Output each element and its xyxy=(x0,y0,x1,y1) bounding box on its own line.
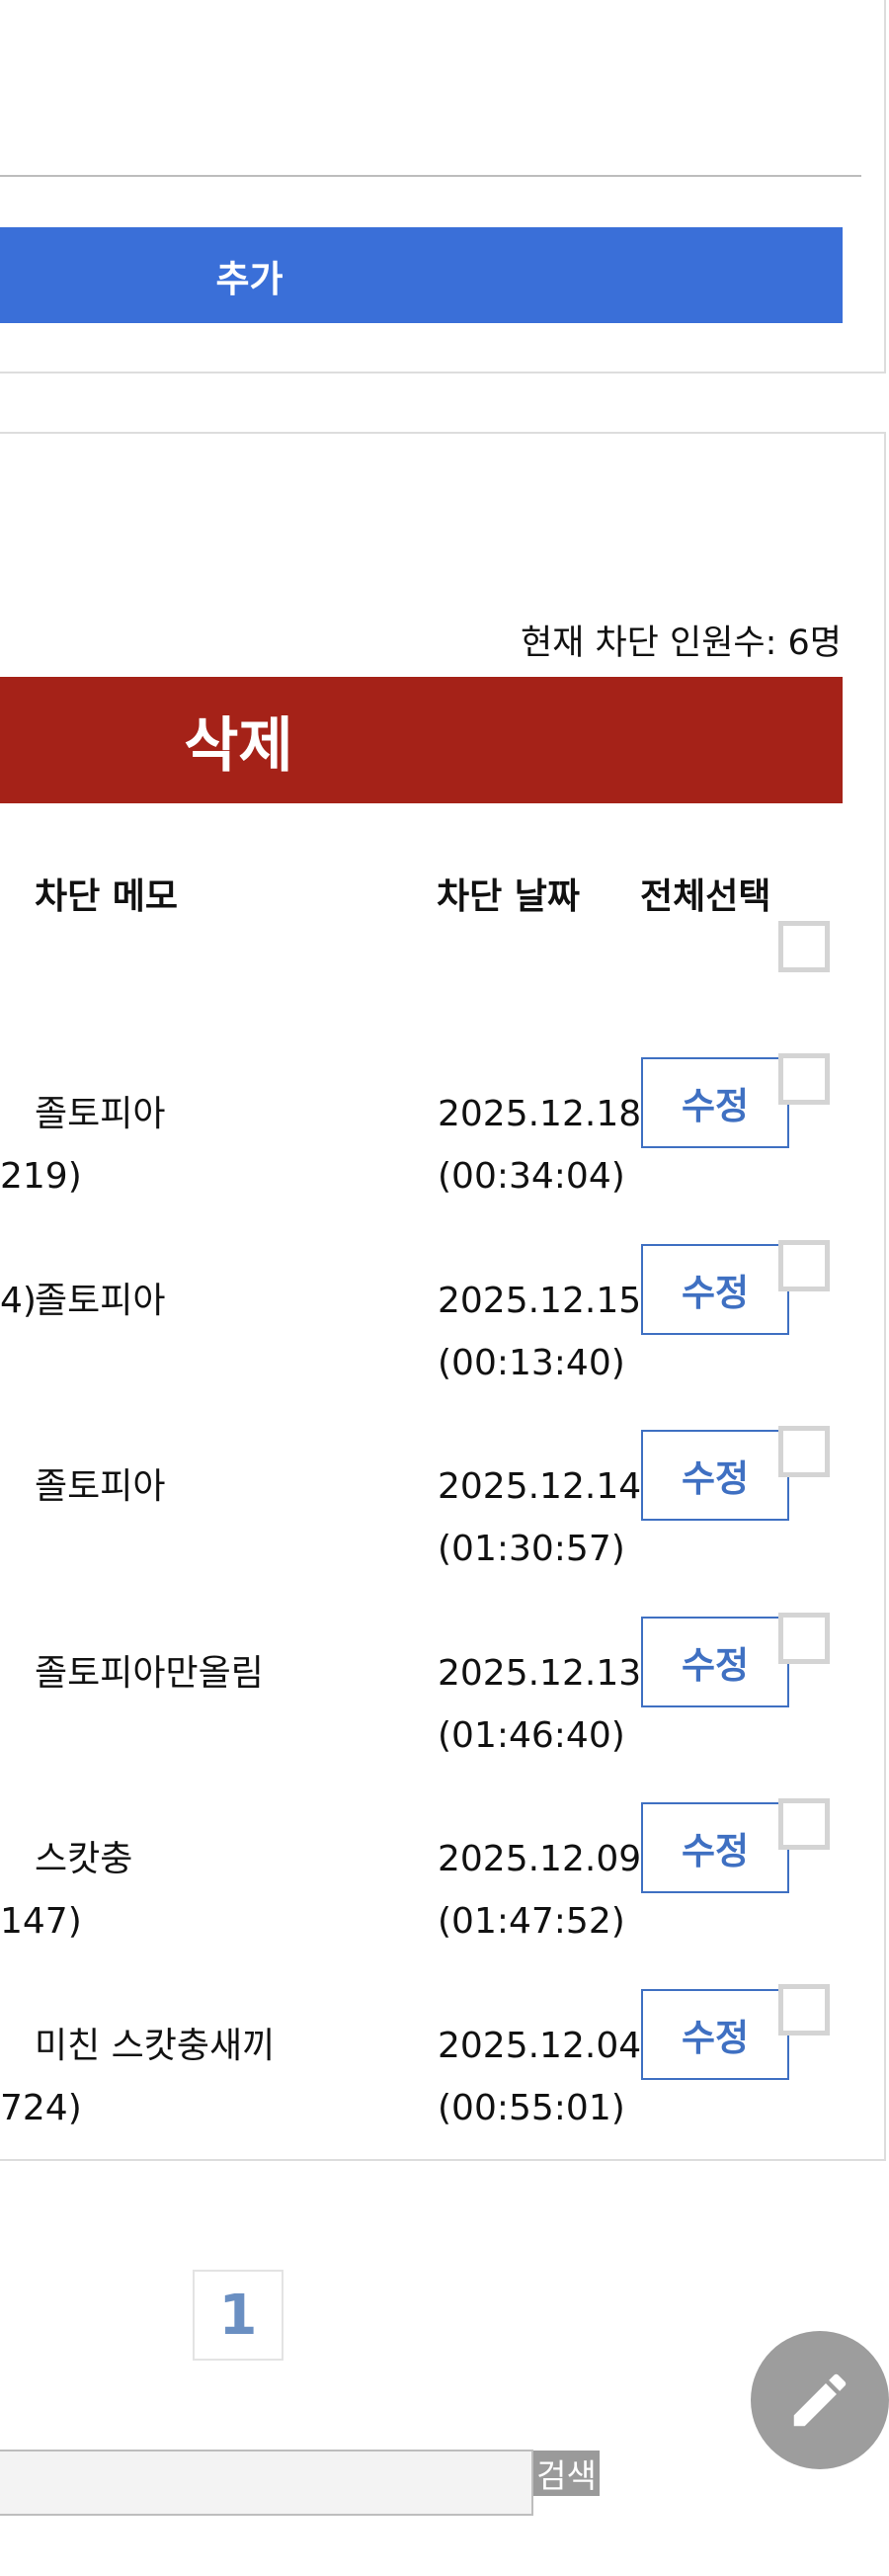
select-all-checkbox[interactable] xyxy=(778,921,830,972)
block-count-text: 현재 차단 인원수: 6명 xyxy=(520,623,842,663)
row-memo: 졸토피아 xyxy=(35,1466,166,1507)
row-checkbox[interactable] xyxy=(778,1426,830,1477)
row-date: 2025.12.04 xyxy=(438,2026,640,2066)
column-header-date: 차단 날짜 xyxy=(437,876,581,917)
row-time: (00:34:04) xyxy=(438,1156,625,1197)
row-memo: 미친 스캇충새끼 xyxy=(35,2026,276,2066)
row-user-id: 219) xyxy=(0,1156,82,1197)
edit-button[interactable]: 수정 xyxy=(641,1057,789,1148)
delete-button-label: 삭제 xyxy=(184,710,293,781)
row-time: (01:30:57) xyxy=(438,1529,625,1569)
edit-button[interactable]: 수정 xyxy=(641,1244,789,1335)
pencil-icon xyxy=(785,2366,854,2435)
row-user-id: 147) xyxy=(0,1901,82,1942)
row-time: (01:47:52) xyxy=(438,1901,625,1942)
row-user-id: 724) xyxy=(0,2088,82,2128)
add-button-label: 추가 xyxy=(215,257,283,300)
row-time: (01:46:40) xyxy=(438,1715,625,1756)
row-user-id: 4) xyxy=(0,1281,37,1321)
row-date: 2025.12.14 xyxy=(438,1466,640,1507)
row-date: 2025.12.15 xyxy=(438,1281,640,1321)
edit-button[interactable]: 수정 xyxy=(641,1430,789,1521)
column-header-memo: 차단 메모 xyxy=(35,876,179,917)
row-memo: 졸토피아만올림 xyxy=(35,1653,264,1694)
row-date: 2025.12.13 xyxy=(438,1653,640,1694)
search-input[interactable] xyxy=(0,2450,533,2516)
row-date: 2025.12.18 xyxy=(438,1094,640,1134)
row-checkbox[interactable] xyxy=(778,1984,830,2036)
column-header-select-all: 전체선택 xyxy=(640,876,771,917)
delete-button[interactable]: 삭제 xyxy=(0,677,843,803)
row-checkbox[interactable] xyxy=(778,1798,830,1850)
edit-button[interactable]: 수정 xyxy=(641,1617,789,1707)
edit-button[interactable]: 수정 xyxy=(641,1989,789,2080)
pagination-page-1[interactable]: 1 xyxy=(193,2270,283,2361)
row-checkbox[interactable] xyxy=(778,1053,830,1105)
add-block-input[interactable] xyxy=(0,175,861,177)
row-time: (00:13:40) xyxy=(438,1343,625,1383)
row-time: (00:55:01) xyxy=(438,2088,625,2128)
edit-button[interactable]: 수정 xyxy=(641,1802,789,1893)
write-fab-button[interactable] xyxy=(751,2331,889,2469)
row-checkbox[interactable] xyxy=(778,1613,830,1664)
row-memo: 졸토피아 xyxy=(35,1094,166,1134)
row-memo: 졸토피아 xyxy=(35,1281,166,1321)
add-button[interactable]: 추가 xyxy=(0,227,843,323)
row-memo: 스캇충 xyxy=(35,1839,133,1879)
search-button[interactable]: 검색 xyxy=(533,2451,600,2496)
row-checkbox[interactable] xyxy=(778,1240,830,1291)
row-date: 2025.12.09 xyxy=(438,1839,640,1879)
